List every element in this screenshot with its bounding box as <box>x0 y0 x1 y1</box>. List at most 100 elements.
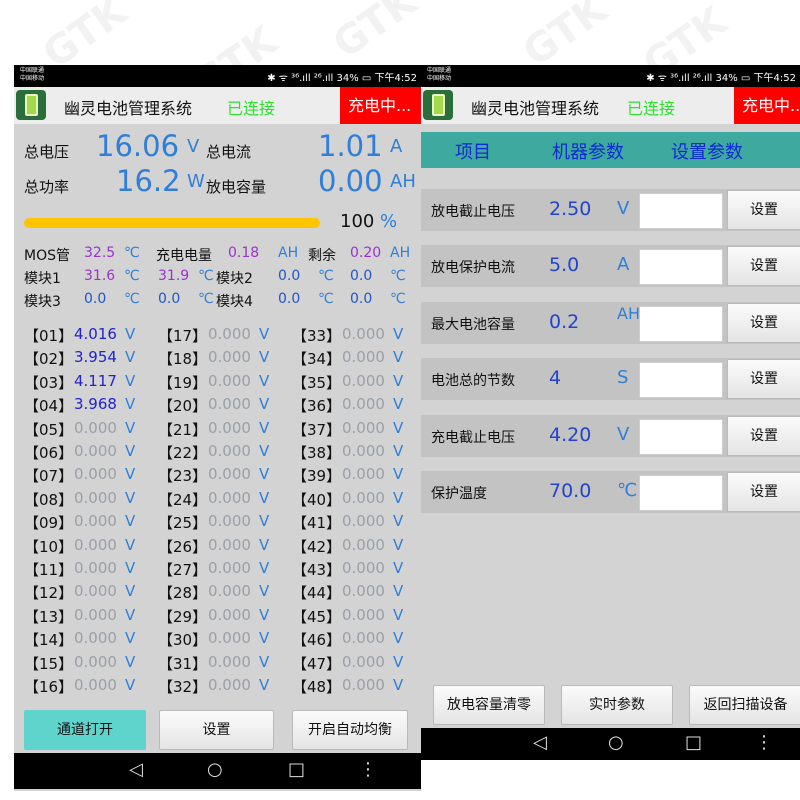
connection-status: 已连接 <box>627 99 676 118</box>
cell-unit: V <box>393 676 404 694</box>
cell-unit: V <box>125 676 136 694</box>
param-set-button[interactable]: 设置 <box>727 472 800 512</box>
home-icon[interactable]: ○ <box>207 759 223 780</box>
cell-unit: V <box>259 442 270 460</box>
cell-unit: V <box>125 418 136 437</box>
cell-voltage: 3.968 <box>74 395 117 414</box>
back-icon[interactable]: ◁ <box>129 759 143 780</box>
recent-apps-icon[interactable]: □ <box>685 732 702 753</box>
home-icon[interactable]: ○ <box>608 732 624 753</box>
settings-button[interactable]: 设置 <box>159 710 274 750</box>
cell-unit: V <box>393 582 404 601</box>
cell-unit: V <box>259 465 270 484</box>
cell-voltage: 0.000 <box>74 442 117 460</box>
cell-voltage: 0.000 <box>208 512 251 531</box>
param-setting-input[interactable] <box>639 362 723 399</box>
progress-unit: % <box>380 211 398 232</box>
cell-unit: V <box>259 395 270 414</box>
cell-voltage: 4.016 <box>74 325 117 343</box>
cell-voltage: 0.000 <box>342 559 385 577</box>
header-setting-params: 设置参数 <box>671 142 743 163</box>
recent-apps-icon[interactable]: □ <box>288 759 305 780</box>
cell-index: 【07】 <box>24 467 74 486</box>
carrier-info: 中国联通 中国移动 <box>20 67 45 82</box>
cell-index: 【01】 <box>24 327 74 345</box>
param-device-value: 5.0 <box>549 254 580 277</box>
param-unit: AH <box>617 303 640 323</box>
param-setting-input[interactable] <box>639 475 723 511</box>
param-set-button[interactable]: 设置 <box>727 302 800 343</box>
module4-value2: 0.0 <box>350 291 373 307</box>
realtime-params-button[interactable]: 实时参数 <box>561 685 673 725</box>
total-voltage-value: 16.06 <box>96 129 180 163</box>
open-channel-button[interactable]: 通道打开 <box>24 710 146 750</box>
param-setting-input[interactable] <box>639 193 723 229</box>
param-device-value: 4 <box>549 367 562 390</box>
param-unit: A <box>617 254 630 276</box>
param-row: 放电保护电流 5.0 A 设置 <box>421 245 800 288</box>
temp-unit: ℃ <box>198 291 214 307</box>
cell-voltage: 0.000 <box>74 652 117 671</box>
cell-index: 【46】 <box>292 631 342 650</box>
temp-unit: ℃ <box>318 268 334 284</box>
param-set-button[interactable]: 设置 <box>727 190 800 230</box>
cell-voltage: 0.000 <box>74 676 117 694</box>
cell-unit: V <box>259 512 270 531</box>
nav-bar: ◁ ○ □ ⋮ <box>14 753 421 789</box>
temp-unit: ℃ <box>124 291 140 307</box>
param-device-value: 4.20 <box>549 423 592 446</box>
total-power-value: 16.2 <box>116 164 181 198</box>
cell-unit: V <box>125 371 136 390</box>
cell-index: 【10】 <box>24 537 74 556</box>
param-set-button[interactable]: 设置 <box>727 246 800 287</box>
cell-voltage: 0.000 <box>342 488 385 507</box>
status-bar: 中国联通 中国移动 ✱ ᯤ ³⁶.ıll ²⁶.ıll 34% ▭ 下午4:52 <box>421 65 800 87</box>
param-set-button[interactable]: 设置 <box>727 359 800 400</box>
header-device-params: 机器参数 <box>552 142 624 163</box>
cell-index: 【25】 <box>158 514 208 533</box>
cell-unit: V <box>259 418 270 437</box>
auto-balance-button[interactable]: 开启自动均衡 <box>292 710 408 750</box>
cell-voltage: 0.000 <box>342 371 385 390</box>
cell-unit: V <box>259 582 270 601</box>
cell-unit: V <box>393 442 404 460</box>
discharge-capacity-unit: AH <box>390 171 416 192</box>
cell-voltage: 0.000 <box>342 465 385 484</box>
param-label: 保护温度 <box>431 486 487 502</box>
param-unit: V <box>617 198 630 219</box>
cell-voltage: 3.954 <box>74 348 117 367</box>
param-setting-input[interactable] <box>639 305 723 342</box>
cell-unit: V <box>393 629 404 648</box>
param-set-button[interactable]: 设置 <box>727 415 800 456</box>
cell-unit: V <box>393 535 404 554</box>
cell-index: 【21】 <box>158 420 208 439</box>
param-label: 充电截止电压 <box>431 429 515 446</box>
param-row: 充电截止电压 4.20 V 设置 <box>421 414 800 457</box>
charge-unit: AH <box>278 245 299 261</box>
param-setting-input[interactable] <box>639 418 723 455</box>
cell-voltage: 0.000 <box>74 418 117 437</box>
more-icon[interactable]: ⋮ <box>359 759 377 780</box>
watermark: GTK <box>324 0 426 68</box>
param-unit: V <box>617 423 630 445</box>
cell-voltage: 0.000 <box>208 465 251 484</box>
cell-index: 【47】 <box>292 654 342 673</box>
temp-unit: ℃ <box>318 291 334 307</box>
cell-unit: V <box>393 395 404 414</box>
clear-capacity-button[interactable]: 放电容量清零 <box>433 685 545 725</box>
params-table-header: 项目 机器参数 设置参数 <box>421 132 800 168</box>
more-icon[interactable]: ⋮ <box>755 732 773 753</box>
params-screen: 中国联通 中国移动 ✱ ᯤ ³⁶.ıll ²⁶.ıll 34% ▭ 下午4:52… <box>421 65 800 760</box>
cell-voltage: 0.000 <box>342 348 385 367</box>
cell-index: 【14】 <box>24 631 74 650</box>
cell-voltage: 0.000 <box>342 442 385 460</box>
mos-value: 32.5 <box>84 245 116 261</box>
param-setting-input[interactable] <box>639 249 723 286</box>
module2-label: 模块2 <box>216 271 253 287</box>
param-unit: ℃ <box>617 480 638 501</box>
back-scan-button[interactable]: 返回扫描设备 <box>689 685 800 725</box>
param-device-value: 70.0 <box>549 480 592 502</box>
module2-value2: 0.0 <box>350 268 373 284</box>
back-icon[interactable]: ◁ <box>533 732 547 753</box>
cell-index: 【37】 <box>292 420 342 439</box>
